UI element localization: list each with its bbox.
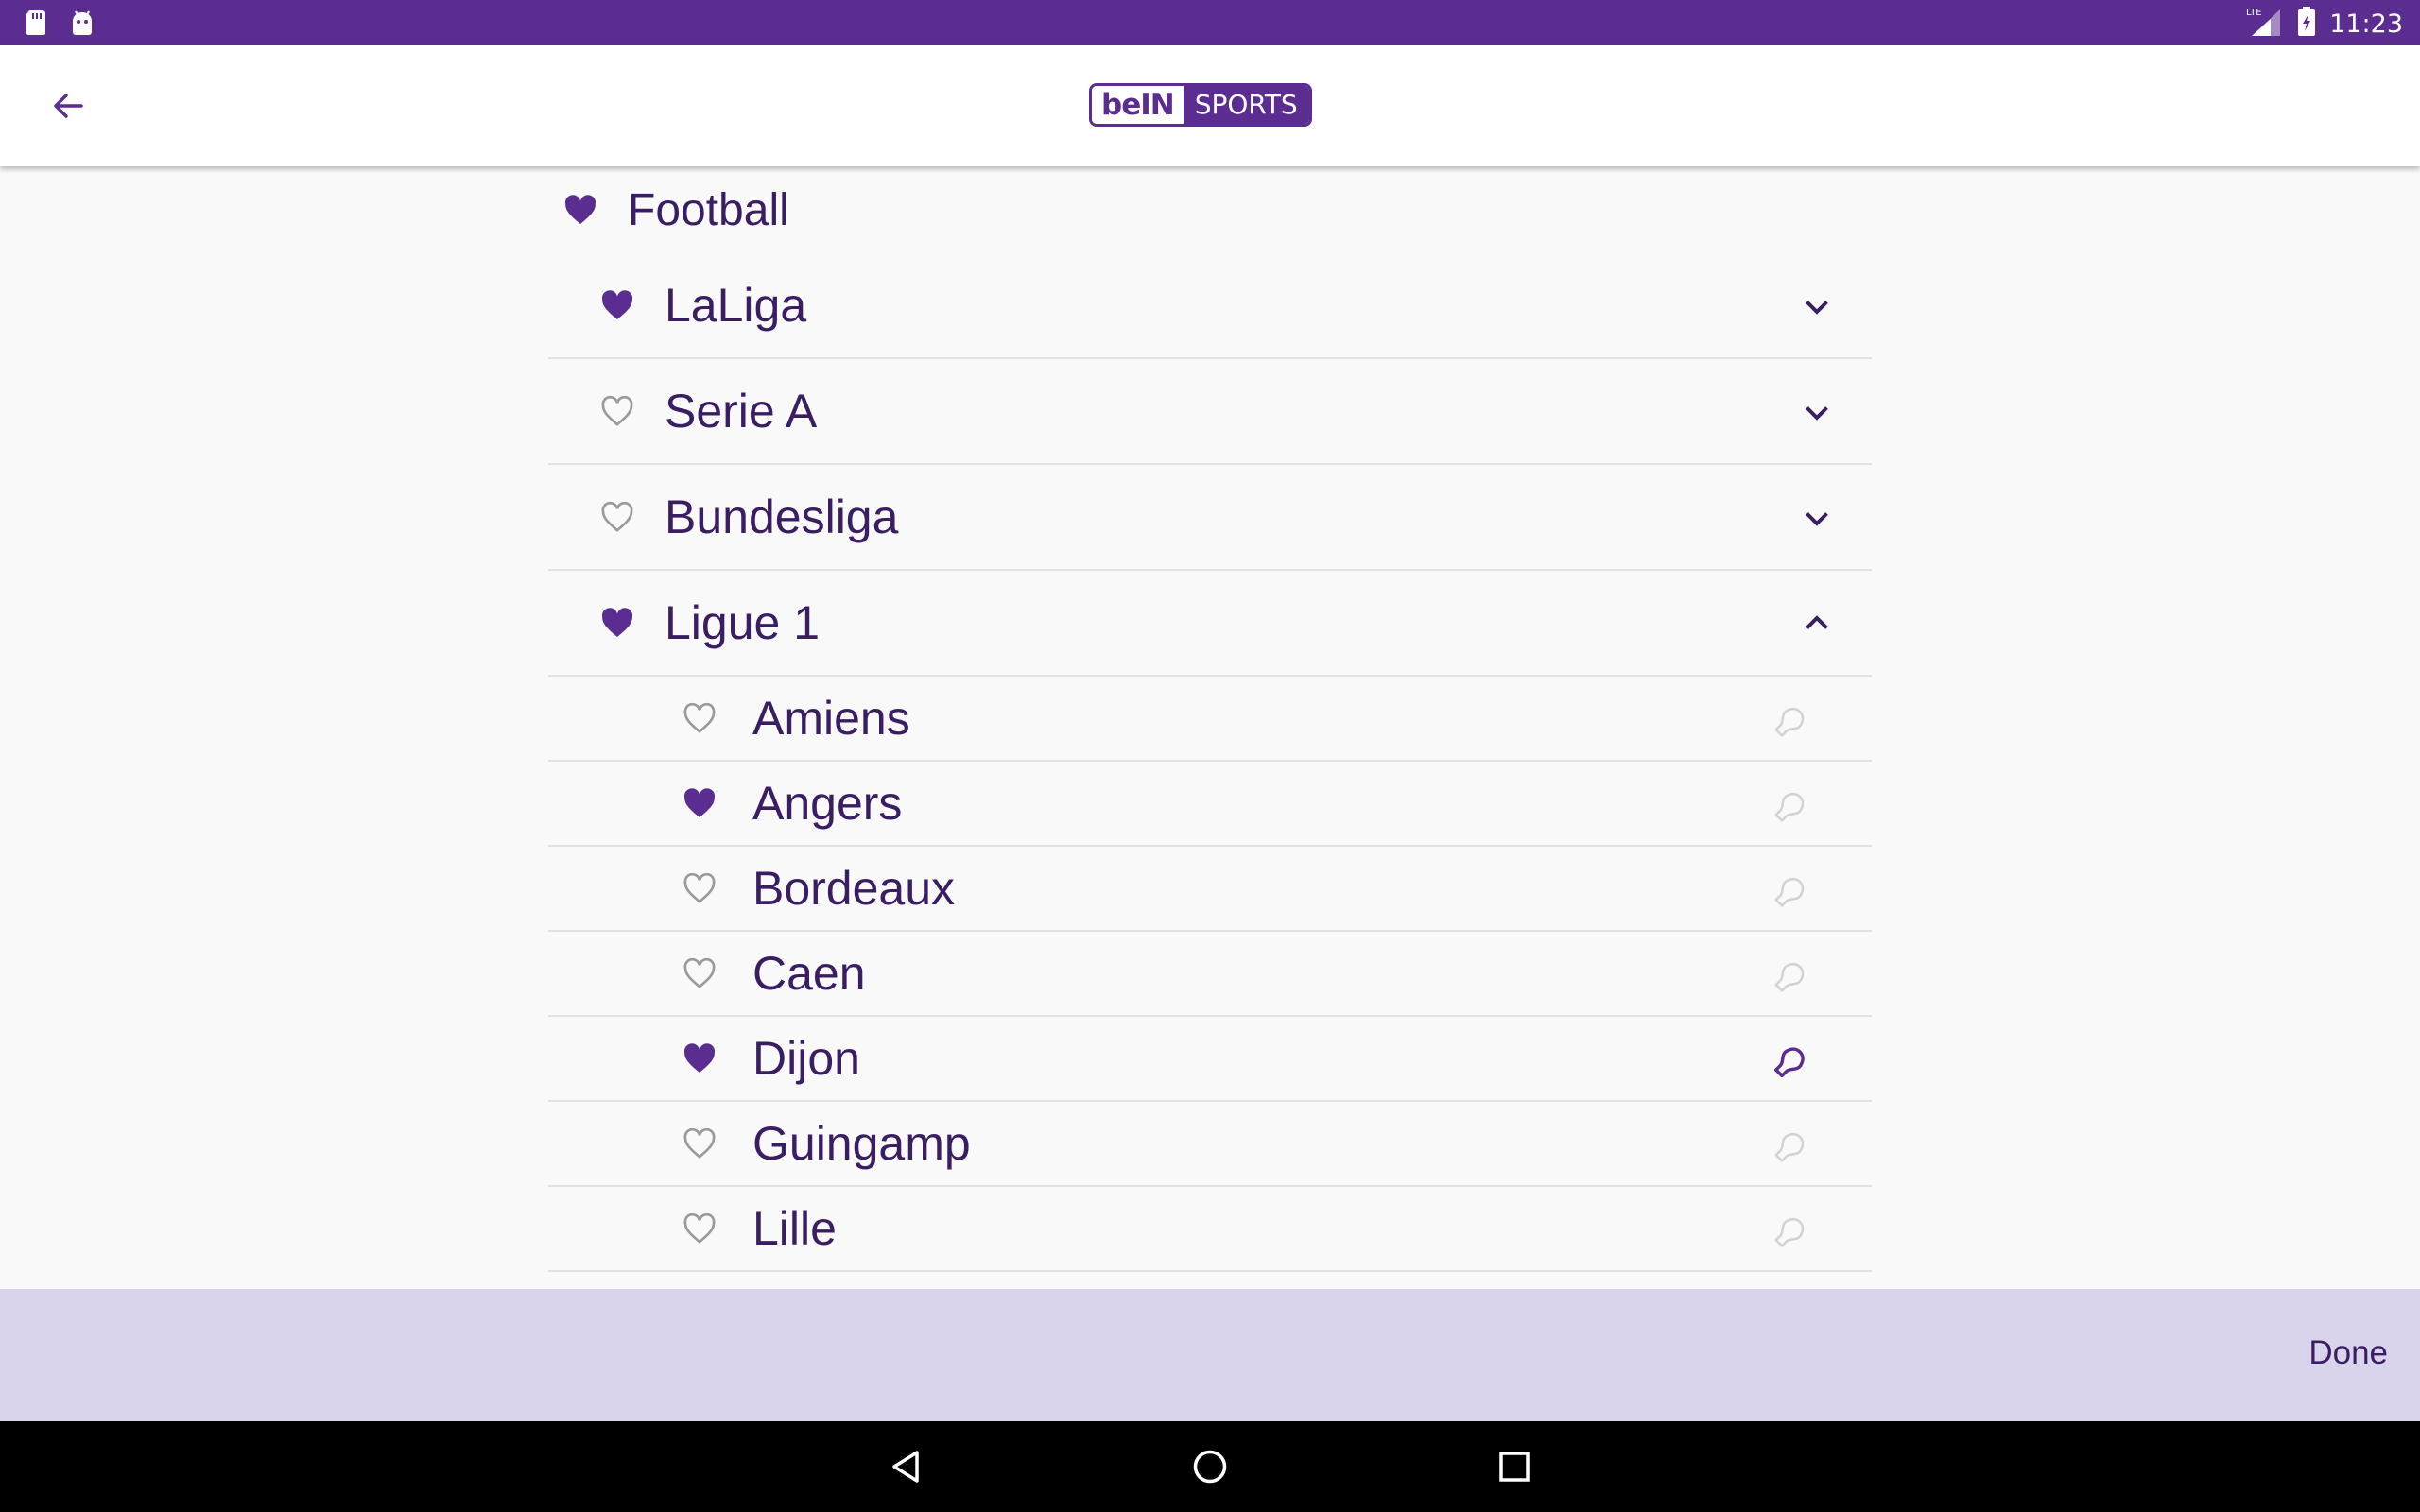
logo-text-bein: beIN [1092, 86, 1184, 124]
heart-filled-icon[interactable] [681, 1040, 718, 1077]
team-name: Guingamp [752, 1117, 971, 1170]
team-name: Lille [752, 1202, 837, 1255]
heart-filled-icon[interactable] [598, 604, 636, 642]
heart-outline-icon[interactable] [681, 1125, 718, 1162]
nav-recents-icon [1499, 1452, 1530, 1482]
heart-filled-icon[interactable] [562, 191, 599, 229]
league-row-bundesliga[interactable]: Bundesliga [548, 465, 1872, 571]
heart-outline-icon[interactable] [681, 869, 718, 907]
league-name: Ligue 1 [665, 596, 821, 649]
bell-off-icon[interactable] [1772, 786, 1807, 822]
sport-row-football: Football [548, 166, 1872, 253]
team-row-lille: Lille [548, 1187, 1872, 1272]
nav-back-button[interactable] [881, 1442, 930, 1491]
team-name: Dijon [752, 1032, 860, 1085]
network-type-label: LTE [2246, 8, 2262, 18]
league-row-ligue-1[interactable]: Ligue 1 [548, 571, 1872, 677]
sport-name: Football [628, 184, 789, 235]
bell-off-icon[interactable] [1772, 871, 1807, 907]
chevron-down-icon[interactable] [1800, 501, 1834, 535]
favorites-list: Football LaLiga Serie A Bundesliga Ligue… [548, 166, 1872, 1272]
team-row-bordeaux: Bordeaux [548, 847, 1872, 932]
bell-off-icon[interactable] [1772, 1211, 1807, 1247]
bell-on-icon[interactable] [1772, 1041, 1807, 1077]
heart-outline-icon[interactable] [598, 498, 636, 536]
system-nav-bar [0, 1421, 2420, 1512]
heart-outline-icon[interactable] [598, 392, 636, 430]
logo-text-sports: SPORTS [1183, 86, 1309, 124]
done-button[interactable]: Done [2308, 1334, 2388, 1372]
league-name: Serie A [665, 385, 818, 438]
nav-recents-button[interactable] [1490, 1442, 1539, 1491]
team-name: Amiens [752, 692, 910, 745]
team-row-amiens: Amiens [548, 677, 1872, 762]
chevron-up-icon[interactable] [1800, 607, 1834, 641]
nav-home-icon [1193, 1450, 1227, 1484]
arrow-back-icon [54, 94, 83, 118]
team-row-dijon: Dijon [548, 1017, 1872, 1102]
bottom-action-bar: Done [0, 1289, 2420, 1421]
league-name: Bundesliga [665, 490, 899, 543]
league-name: LaLiga [665, 279, 807, 332]
heart-outline-icon[interactable] [681, 954, 718, 992]
league-row-serie-a[interactable]: Serie A [548, 359, 1872, 465]
heart-filled-icon[interactable] [681, 784, 718, 822]
clock: 11:23 [2329, 9, 2403, 39]
favorites-list-panel: Football LaLiga Serie A Bundesliga Ligue… [0, 166, 2420, 1289]
team-row-angers: Angers [548, 762, 1872, 847]
bell-off-icon[interactable] [1772, 1126, 1807, 1162]
sd-card-icon [25, 9, 47, 41]
nav-back-icon [892, 1451, 919, 1483]
team-row-guingamp: Guingamp [548, 1102, 1872, 1187]
status-bar: LTE 11:23 [0, 0, 2420, 45]
chevron-down-icon[interactable] [1800, 395, 1834, 429]
heart-outline-icon[interactable] [681, 699, 718, 737]
signal-icon: LTE [2246, 6, 2284, 43]
chevron-down-icon[interactable] [1800, 289, 1834, 323]
league-row-laliga[interactable]: LaLiga [548, 253, 1872, 359]
heart-filled-icon[interactable] [598, 286, 636, 324]
back-button[interactable] [38, 79, 98, 132]
bein-sports-logo: beIN SPORTS [1089, 83, 1312, 127]
team-name: Bordeaux [752, 862, 956, 915]
bell-off-icon[interactable] [1772, 956, 1807, 992]
android-icon [70, 9, 95, 41]
bell-off-icon[interactable] [1772, 701, 1807, 737]
team-row-caen: Caen [548, 932, 1872, 1017]
team-name: Angers [752, 777, 903, 830]
team-name: Caen [752, 947, 866, 1000]
battery-icon [2297, 7, 2316, 42]
app-bar: beIN SPORTS [0, 45, 2420, 166]
nav-home-button[interactable] [1185, 1442, 1235, 1491]
heart-outline-icon[interactable] [681, 1210, 718, 1247]
